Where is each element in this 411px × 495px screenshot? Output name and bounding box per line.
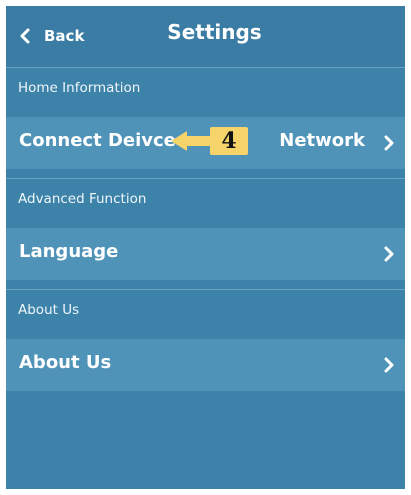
- row-label: Connect Deivce: [19, 130, 176, 151]
- section-header-about-us: About Us: [6, 289, 405, 329]
- about-us-row[interactable]: About Us: [6, 339, 405, 391]
- chevron-right-icon: [384, 357, 394, 373]
- language-row[interactable]: Language: [6, 228, 405, 280]
- step-callout: 4: [169, 123, 249, 159]
- step-number: 4: [221, 128, 237, 154]
- chevron-right-icon: [384, 135, 394, 151]
- section-title: Advanced Function: [18, 191, 147, 207]
- row-value: Network: [279, 130, 365, 151]
- top-bar: Back Settings: [6, 6, 405, 67]
- section-header-advanced-function: Advanced Function: [6, 178, 405, 218]
- settings-screen: Back Settings Home Information Connect D…: [6, 6, 405, 489]
- section-title: Home Information: [18, 80, 141, 96]
- page-title: Settings: [167, 20, 262, 44]
- section-header-home-information: Home Information: [6, 67, 405, 107]
- row-label: Language: [19, 241, 119, 262]
- section-title: About Us: [18, 302, 80, 318]
- screenshot-frame: Back Settings Home Information Connect D…: [0, 0, 411, 495]
- row-label: About Us: [19, 352, 112, 373]
- chevron-right-icon: [384, 246, 394, 262]
